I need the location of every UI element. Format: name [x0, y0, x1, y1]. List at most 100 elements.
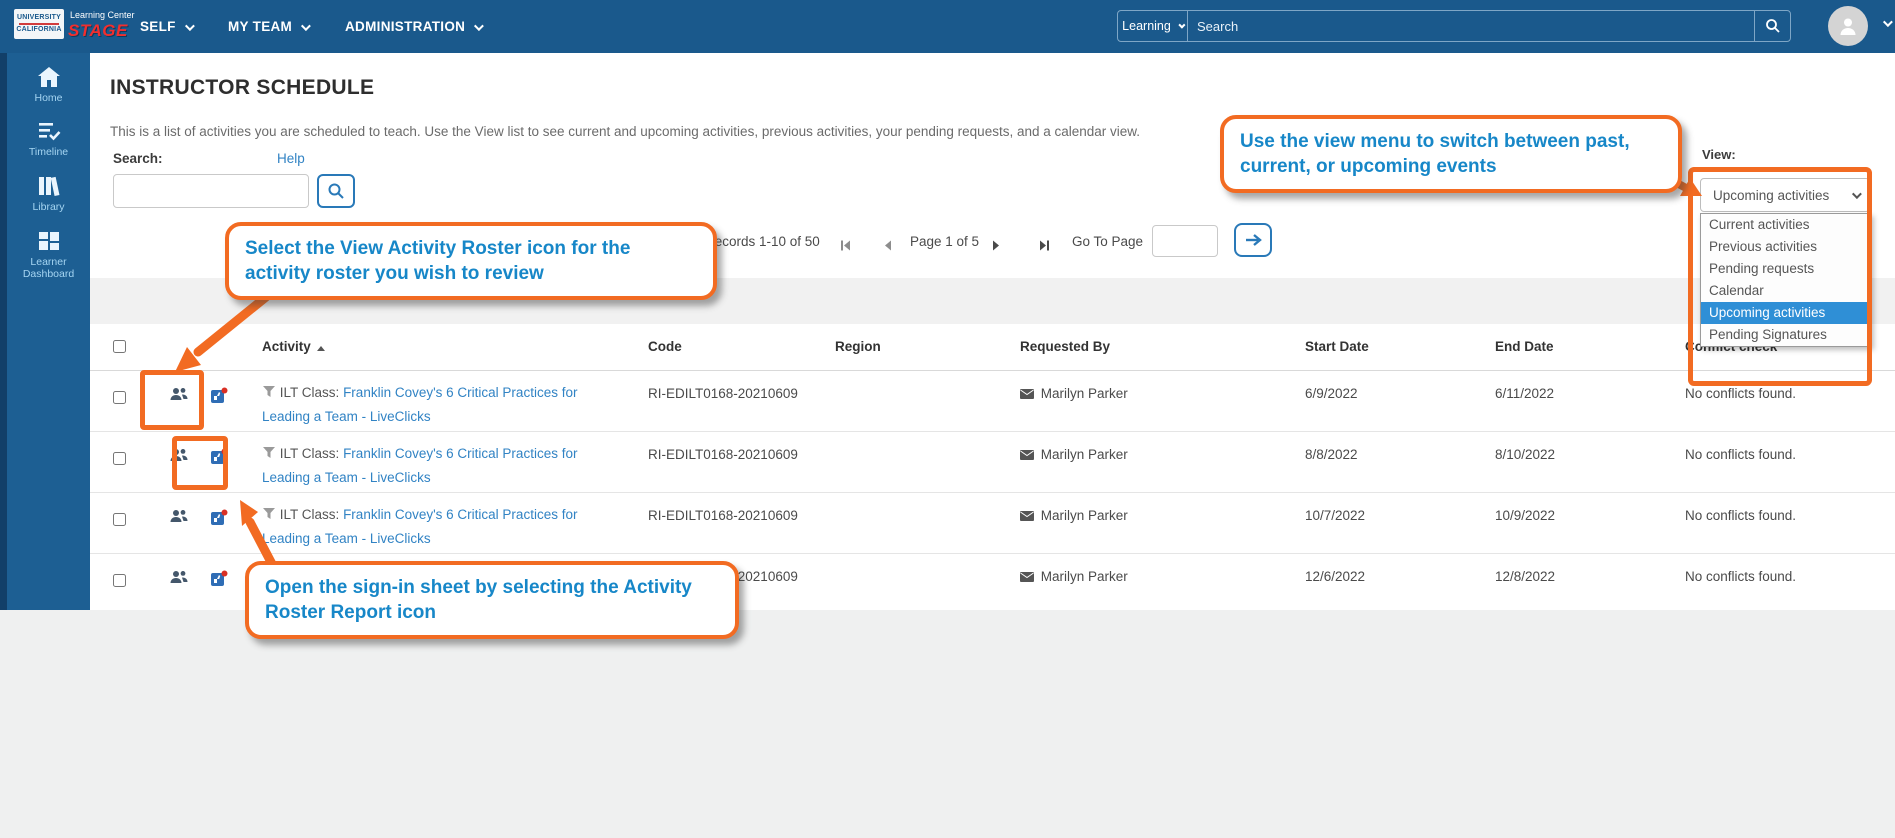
envelope-icon	[1020, 572, 1034, 582]
activity-cell: ILT Class: Franklin Covey's 6 Critical P…	[262, 381, 614, 429]
row-checkbox[interactable]	[113, 452, 126, 465]
uc-learning-center-logo[interactable]: UNIVERSITY CALIFORNIA Learning Center ST…	[14, 8, 144, 46]
search-scope-dropdown[interactable]: Learning	[1117, 10, 1188, 42]
sidebar-item-library-label: Library	[32, 201, 64, 213]
sidebar-item-timeline[interactable]: Timeline	[7, 119, 90, 158]
view-option-calendar[interactable]: Calendar	[1701, 280, 1871, 302]
first-page-button[interactable]	[840, 238, 852, 256]
sidebar-item-home-label: Home	[34, 92, 62, 104]
activity-roster-report-icon[interactable]	[210, 570, 228, 592]
badge-divider	[19, 23, 59, 25]
column-header-requested-by[interactable]: Requested By	[1020, 339, 1110, 354]
global-search-input[interactable]	[1187, 10, 1755, 42]
goto-page-button[interactable]	[1234, 223, 1272, 257]
activity-roster-report-icon[interactable]	[210, 509, 228, 531]
conflict-check-cell: No conflicts found.	[1685, 386, 1796, 401]
view-option-previous-activities[interactable]: Previous activities	[1701, 236, 1871, 258]
help-link[interactable]: Help	[277, 151, 305, 166]
view-option-pending-signatures[interactable]: Pending Signatures	[1701, 324, 1871, 346]
sidebar-item-home[interactable]: Home	[7, 65, 90, 104]
chevron-down-icon	[185, 21, 195, 31]
requested-by-name: Marilyn Parker	[1041, 508, 1128, 523]
page-title: INSTRUCTOR SCHEDULE	[110, 76, 374, 100]
requested-by-name: Marilyn Parker	[1041, 386, 1128, 401]
select-all-checkbox[interactable]	[113, 340, 126, 353]
column-header-code[interactable]: Code	[648, 339, 682, 354]
envelope-icon	[1020, 511, 1034, 521]
chevron-down-icon	[1178, 21, 1185, 28]
callout-text: Select the View Activity Roster icon for…	[245, 238, 630, 284]
chevron-down-icon	[474, 21, 484, 31]
envelope-icon	[1020, 450, 1034, 460]
requested-by-cell: Marilyn Parker	[1020, 386, 1128, 401]
sidebar-item-learner-dashboard[interactable]: Learner Dashboard	[7, 229, 90, 280]
goto-page-label: Go To Page	[1072, 234, 1143, 249]
activity-cell: ILT Class: Franklin Covey's 6 Critical P…	[262, 442, 614, 490]
activity-type: ILT Class:	[280, 507, 340, 522]
row-checkbox[interactable]	[113, 391, 126, 404]
column-header-region[interactable]: Region	[835, 339, 881, 354]
view-activity-roster-icon[interactable]	[170, 570, 188, 590]
end-date-cell: 10/9/2022	[1495, 508, 1555, 523]
view-option-pending-requests[interactable]: Pending requests	[1701, 258, 1871, 280]
requested-by-cell: Marilyn Parker	[1020, 447, 1128, 462]
activity-roster-report-icon[interactable]	[210, 448, 228, 470]
start-date-cell: 6/9/2022	[1305, 386, 1358, 401]
requested-by-name: Marilyn Parker	[1041, 447, 1128, 462]
callout-text: Use the view menu to switch between past…	[1240, 131, 1630, 177]
menu-administration[interactable]: ADMINISTRATION	[345, 0, 481, 53]
table-row: ILT Class: Franklin Covey's 6 Critical P…	[90, 493, 1895, 554]
menu-self-label: SELF	[140, 19, 176, 34]
search-icon	[1765, 18, 1781, 34]
search-scope-label: Learning	[1122, 19, 1171, 33]
column-header-activity[interactable]: Activity	[262, 339, 325, 354]
view-activity-roster-icon[interactable]	[170, 509, 188, 529]
view-option-current-activities[interactable]: Current activities	[1701, 214, 1871, 236]
column-header-activity-label: Activity	[262, 339, 311, 354]
view-dropdown-list: Current activities Previous activities P…	[1700, 213, 1872, 347]
callout-view-roster-tip: Select the View Activity Roster icon for…	[225, 222, 717, 300]
home-icon	[36, 65, 62, 89]
view-activity-roster-icon[interactable]	[170, 387, 188, 407]
view-dropdown[interactable]: Upcoming activities	[1700, 178, 1870, 212]
end-date-cell: 12/8/2022	[1495, 569, 1555, 584]
end-date-cell: 6/11/2022	[1495, 386, 1554, 401]
view-activity-roster-icon[interactable]	[170, 448, 188, 468]
page-description: This is a list of activities you are sch…	[110, 124, 1140, 139]
activity-type: ILT Class:	[280, 446, 340, 461]
schedule-search-input[interactable]	[113, 174, 309, 208]
library-icon	[36, 174, 62, 198]
account-menu-chevron-icon[interactable]	[1883, 17, 1893, 27]
user-avatar[interactable]	[1828, 6, 1868, 46]
previous-page-button[interactable]	[883, 238, 892, 256]
column-header-end-date[interactable]: End Date	[1495, 339, 1554, 354]
conflict-check-cell: No conflicts found.	[1685, 569, 1796, 584]
ilt-class-icon	[262, 507, 276, 520]
activity-roster-report-icon[interactable]	[210, 387, 228, 409]
table-row: ILT Class: Franklin Covey's 6 Critical P…	[90, 432, 1895, 493]
ilt-class-icon	[262, 446, 276, 459]
menu-my-team[interactable]: MY TEAM	[228, 0, 308, 53]
menu-self[interactable]: SELF	[140, 0, 192, 53]
envelope-icon	[1020, 389, 1034, 399]
search-label: Search:	[113, 151, 163, 166]
view-option-upcoming-activities[interactable]: Upcoming activities	[1701, 302, 1871, 324]
code-cell: RI-EDILT0168-20210609	[648, 386, 798, 401]
sidebar-item-timeline-label: Timeline	[29, 146, 68, 158]
schedule-search-button[interactable]	[317, 174, 355, 208]
row-checkbox[interactable]	[113, 513, 126, 526]
global-search-button[interactable]	[1754, 10, 1791, 42]
conflict-check-cell: No conflicts found.	[1685, 508, 1796, 523]
next-page-button[interactable]	[992, 238, 1001, 256]
goto-page-input[interactable]	[1152, 225, 1218, 257]
logo-product-name: Learning Center	[70, 10, 135, 20]
row-checkbox[interactable]	[113, 574, 126, 587]
sidebar-item-library[interactable]: Library	[7, 174, 90, 213]
start-date-cell: 8/8/2022	[1305, 447, 1358, 462]
menu-administration-label: ADMINISTRATION	[345, 19, 465, 34]
last-page-button[interactable]	[1038, 238, 1050, 256]
start-date-cell: 10/7/2022	[1305, 508, 1365, 523]
next-page-icon	[992, 240, 1001, 251]
left-sidebar: Home Timeline Library	[0, 53, 90, 610]
column-header-start-date[interactable]: Start Date	[1305, 339, 1369, 354]
